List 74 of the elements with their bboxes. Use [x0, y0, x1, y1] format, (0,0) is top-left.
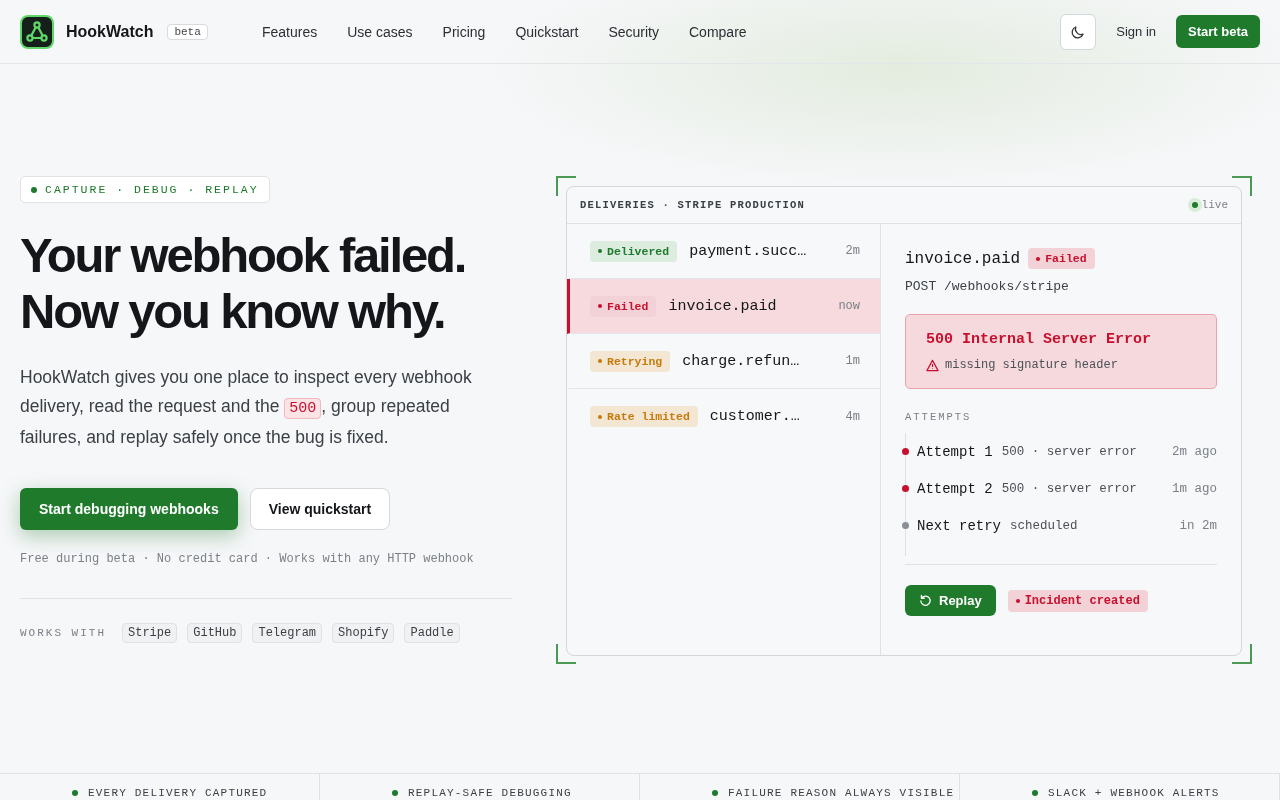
beta-badge: beta [167, 23, 208, 40]
status-badge: Failed [590, 295, 657, 317]
incident-badge: Incident created [1007, 589, 1148, 612]
attempt-dot-icon [902, 522, 909, 529]
delivery-time: 2m [845, 244, 860, 258]
start-debugging-button[interactable]: Start debugging webhooks [20, 488, 238, 530]
nav-link[interactable]: Compare [689, 23, 747, 40]
attempt-time: in 2m [1179, 518, 1217, 533]
attempt-name: Attempt 1 [917, 443, 993, 460]
sign-in-link[interactable]: Sign in [1116, 24, 1157, 39]
live-label: live [1201, 199, 1228, 211]
attempt-dot-icon [902, 448, 909, 455]
event-name: payment.succ… [689, 242, 807, 260]
delivery-time: 1m [845, 354, 860, 368]
delivery-row[interactable]: Rate limited customer.… 4m [567, 389, 880, 444]
status-badge: Rate limited [590, 406, 698, 427]
view-quickstart-button[interactable]: View quickstart [249, 488, 391, 530]
moon-icon [1070, 23, 1087, 40]
attempt-result: scheduled [1010, 518, 1078, 533]
nav-link[interactable]: Security [608, 23, 659, 40]
attempt-dot-icon [902, 485, 909, 492]
headline: Now you know why. [20, 283, 446, 339]
feature-dot-icon [1032, 790, 1038, 796]
feature-dot-icon [712, 790, 718, 796]
feature-dot-icon [392, 790, 398, 796]
warning-icon [926, 358, 939, 372]
nav-link[interactable]: Features [262, 23, 318, 40]
nav-link[interactable]: Pricing [442, 23, 486, 40]
integration-tag: Paddle [404, 623, 460, 643]
nav-link[interactable]: Use cases [347, 23, 413, 40]
live-dot-icon [1191, 202, 1198, 208]
eyebrow-tag: CAPTURE · DEBUG · REPLAY [20, 176, 270, 203]
attempt-time: 2m ago [1172, 444, 1217, 459]
attempt-result: 500 · server error [1001, 481, 1137, 496]
headline: Your webhook failed. [20, 227, 466, 283]
lead-paragraph: HookWatch gives you one place to inspect every webhook delivery, read the request and the 500 , group repeated failures, and replay safely once the bug is fixed. [20, 366, 473, 449]
attempt-result: 500 · server error [1001, 444, 1137, 459]
integration-tag: GitHub [187, 623, 243, 643]
replay-icon [919, 594, 932, 607]
works-with-label: WORKS WITH [20, 627, 106, 639]
error-reason: missing signature header [945, 358, 1118, 372]
attempt-name: Next retry [917, 517, 1001, 534]
integration-tag: Shopify [332, 623, 395, 643]
feature-label: EVERY DELIVERY CAPTURED [88, 787, 268, 799]
brand-name[interactable]: HookWatch [66, 22, 154, 41]
event-name: customer.… [709, 408, 800, 425]
integration-tag: Stripe [122, 623, 178, 643]
delivery-row[interactable]: Retrying charge.refun… 1m [567, 334, 880, 389]
delivery-row[interactable]: Failed invoice.paid now [567, 279, 880, 334]
feature-label: FAILURE REASON ALWAYS VISIBLE [728, 787, 955, 799]
theme-toggle-button[interactable] [1060, 13, 1097, 50]
status-badge: Failed [1028, 248, 1095, 269]
delivery-time: now [838, 299, 860, 313]
event-name: invoice.paid [668, 297, 777, 315]
start-beta-button[interactable]: Start beta [1176, 15, 1260, 48]
event-name: charge.refun… [682, 352, 800, 370]
delivery-time: 4m [845, 409, 860, 424]
attempt-name: Attempt 2 [917, 480, 993, 497]
feature-label: REPLAY-SAFE DEBUGGING [408, 787, 572, 799]
feature-dot-icon [72, 790, 78, 796]
integration-tag: Telegram [252, 623, 323, 643]
status-badge: Delivered [590, 240, 678, 262]
panel-title: DELIVERIES · STRIPE PRODUCTION [580, 199, 806, 211]
attempt-time: 1m ago [1172, 481, 1217, 496]
beta-note: Free during beta · No credit card · Works with any HTTP webhook [20, 552, 474, 566]
status-badge: Retrying [590, 350, 671, 372]
error-title: 500 Internal Server Error [926, 331, 1153, 348]
attempts-label: ATTEMPTS [905, 411, 973, 423]
request-line: POST /webhooks/stripe [905, 279, 1070, 294]
replay-button[interactable]: Replay [905, 585, 996, 616]
logo-icon[interactable] [20, 14, 54, 49]
feature-label: SLACK + WEBHOOK ALERTS [1048, 787, 1220, 799]
nav-link[interactable]: Quickstart [515, 23, 579, 40]
detail-event-name: invoice.paid [905, 249, 1021, 268]
